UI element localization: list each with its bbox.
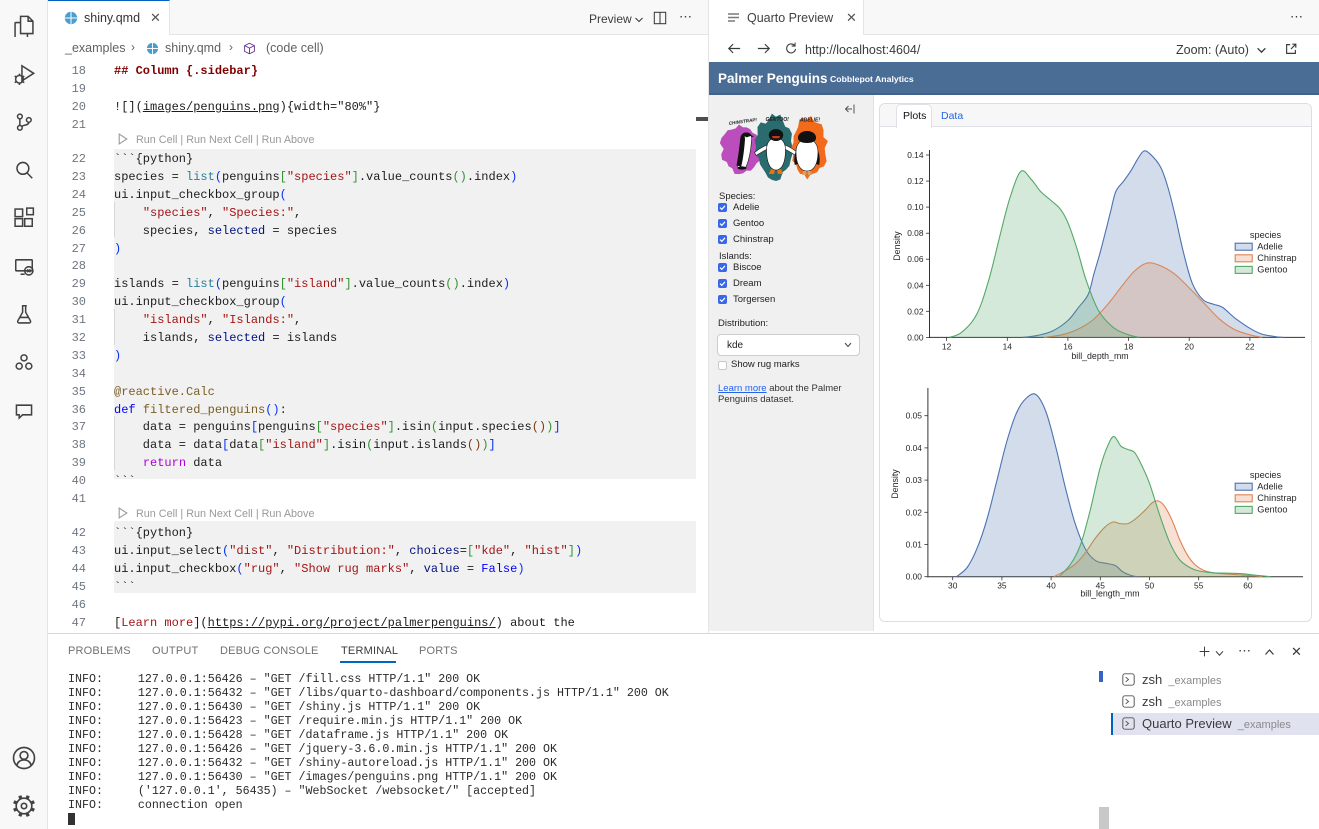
svg-text:35: 35	[997, 581, 1007, 591]
svg-text:Adelie: Adelie	[1257, 242, 1283, 252]
svg-text:0.14: 0.14	[907, 150, 924, 160]
svg-text:50: 50	[1145, 581, 1155, 591]
svg-text:12: 12	[942, 341, 952, 351]
svg-text:0.06: 0.06	[907, 254, 924, 264]
svg-text:Density: Density	[890, 469, 900, 499]
svg-text:22: 22	[1245, 341, 1255, 351]
svg-text:60: 60	[1243, 581, 1253, 591]
svg-text:species: species	[1250, 470, 1282, 480]
svg-text:0.02: 0.02	[906, 507, 923, 517]
svg-text:bill_length_mm: bill_length_mm	[1080, 589, 1139, 599]
svg-text:30: 30	[948, 581, 958, 591]
svg-text:0.02: 0.02	[907, 306, 924, 316]
svg-text:0.08: 0.08	[907, 228, 924, 238]
svg-text:CHINSTRAP!: CHINSTRAP!	[728, 117, 757, 126]
svg-text:55: 55	[1194, 581, 1204, 591]
svg-text:16: 16	[1063, 341, 1073, 351]
svg-text:18: 18	[1124, 341, 1134, 351]
svg-text:40: 40	[1046, 581, 1056, 591]
svg-text:0.01: 0.01	[906, 540, 923, 550]
svg-text:species: species	[1250, 230, 1282, 240]
svg-text:0.05: 0.05	[906, 411, 923, 421]
svg-text:Gentoo: Gentoo	[1257, 505, 1287, 515]
svg-text:Gentoo: Gentoo	[1257, 265, 1287, 275]
svg-text:0.00: 0.00	[907, 332, 924, 342]
svg-text:0.03: 0.03	[906, 475, 923, 485]
svg-text:Chinstrap: Chinstrap	[1257, 493, 1296, 503]
svg-text:ADELIE!: ADELIE!	[799, 118, 820, 124]
svg-text:Density: Density	[892, 231, 902, 261]
svg-text:bill_depth_mm: bill_depth_mm	[1071, 351, 1128, 361]
svg-text:0.04: 0.04	[907, 280, 924, 290]
svg-text:20: 20	[1185, 341, 1195, 351]
svg-text:14: 14	[1003, 341, 1013, 351]
svg-text:Chinstrap: Chinstrap	[1257, 253, 1296, 263]
svg-text:0.10: 0.10	[907, 202, 924, 212]
svg-text:Adelie: Adelie	[1257, 482, 1283, 492]
svg-text:0.00: 0.00	[906, 572, 923, 582]
svg-text:0.12: 0.12	[907, 176, 924, 186]
svg-text:GENTOO!: GENTOO!	[766, 117, 790, 123]
svg-text:0.04: 0.04	[906, 443, 923, 453]
